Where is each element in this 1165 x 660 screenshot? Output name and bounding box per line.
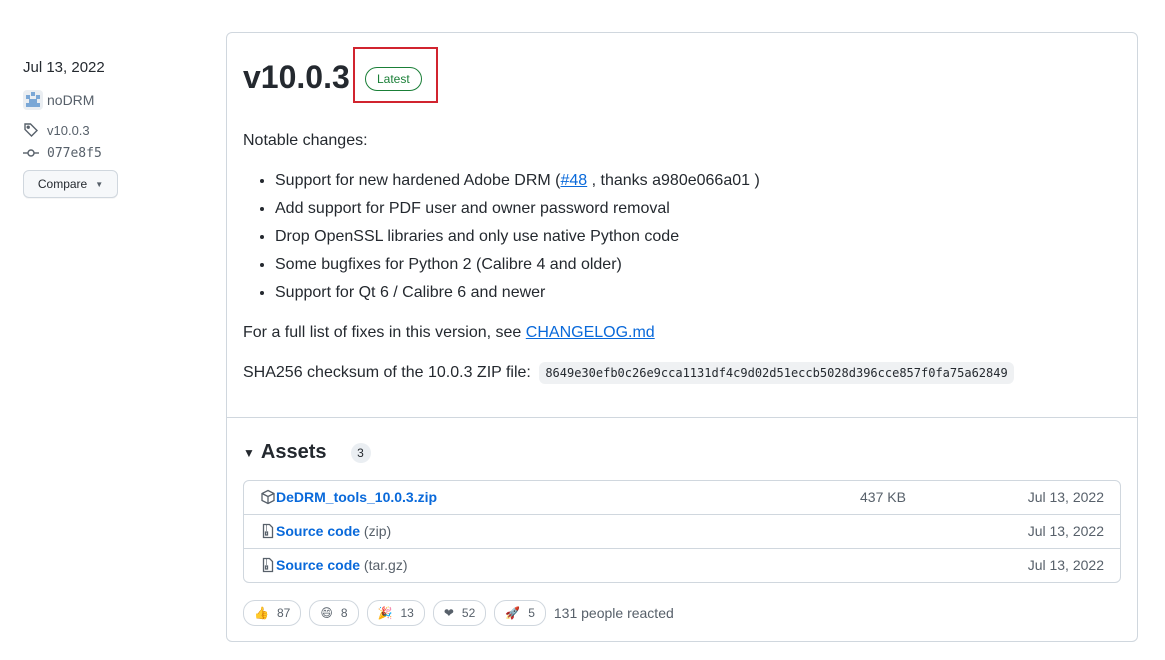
release-title[interactable]: v10.0.3 (243, 57, 350, 97)
assets-toggle[interactable]: ▼ Assets 3 (243, 441, 371, 464)
tag-icon (23, 122, 39, 138)
file-zip-icon (260, 557, 276, 573)
file-zip-icon (260, 523, 276, 539)
reaction-count: 13 (400, 606, 414, 620)
reaction-rocket-button[interactable]: 🚀 5 (494, 600, 546, 626)
issue-link[interactable]: #48 (561, 172, 588, 189)
asset-download-link[interactable]: DeDRM_tools_10.0.3.zip (276, 489, 437, 505)
sha-checksum: 8649e30efb0c26e9cca1131df4c9d02d51eccb50… (539, 362, 1014, 384)
sha-line: SHA256 checksum of the 10.0.3 ZIP file: … (243, 361, 1014, 385)
divider (227, 417, 1137, 418)
assets-title: Assets (260, 441, 327, 463)
reaction-thumbs-up-button[interactable]: 👍 87 (243, 600, 302, 626)
asset-date: Jul 13, 2022 (1027, 557, 1104, 573)
caret-down-icon: ▼ (95, 179, 104, 189)
reactions-summary: 131 people reacted (553, 605, 674, 621)
assets-count: 3 (350, 442, 371, 463)
notable-changes-heading: Notable changes: (243, 132, 368, 149)
author-link[interactable]: noDRM (23, 90, 94, 110)
compare-button[interactable]: Compare ▼ (23, 170, 118, 198)
commit-icon (23, 145, 39, 161)
heart-icon: ❤ (443, 606, 454, 620)
assets-list: DeDRM_tools_10.0.3.zip 437 KB Jul 13, 20… (243, 480, 1121, 583)
reaction-laugh-button[interactable]: 😄 8 (309, 600, 359, 626)
release-card: v10.0.3 Latest Notable changes: Support … (226, 32, 1138, 642)
tag-name: v10.0.3 (47, 122, 90, 138)
changes-list: Support for new hardened Adobe DRM (#48 … (243, 169, 760, 309)
list-item: Support for new hardened Adobe DRM (#48 … (275, 169, 760, 197)
asset-size: 437 KB (860, 489, 906, 505)
hooray-icon: 🎉 (377, 606, 393, 620)
asset-date: Jul 13, 2022 (1027, 523, 1104, 539)
compare-label: Compare (37, 177, 88, 191)
reactions-bar: 👍 87 😄 8 🎉 13 ❤ 52 🚀 5 131 people reacte… (243, 600, 674, 626)
release-date: Jul 13, 2022 (23, 59, 105, 76)
list-item: Support for Qt 6 / Calibre 6 and newer (275, 281, 760, 309)
list-item: Some bugfixes for Python 2 (Calibre 4 an… (275, 253, 760, 281)
reaction-count: 87 (276, 606, 291, 620)
source-targz-link[interactable]: Source code (tar.gz) (276, 557, 408, 573)
list-item: Drop OpenSSL libraries and only use nati… (275, 225, 760, 253)
reaction-heart-button[interactable]: ❤ 52 (432, 600, 487, 626)
sha-label: SHA256 checksum of the 10.0.3 ZIP file: (243, 364, 531, 381)
avatar (23, 90, 43, 110)
triangle-down-icon: ▼ (243, 445, 255, 460)
package-icon (260, 489, 276, 505)
thumbs-up-icon: 👍 (254, 606, 269, 620)
reaction-count: 5 (528, 606, 535, 620)
author-name: noDRM (47, 92, 95, 108)
reaction-count: 52 (461, 606, 476, 620)
reaction-hooray-button[interactable]: 🎉 13 (366, 600, 425, 626)
fixes-line: For a full list of fixes in this version… (243, 324, 655, 341)
tag-link[interactable]: v10.0.3 (23, 122, 90, 138)
asset-date: Jul 13, 2022 (1027, 489, 1104, 505)
asset-row: DeDRM_tools_10.0.3.zip 437 KB Jul 13, 20… (244, 481, 1120, 514)
commit-hash: 077e8f5 (47, 145, 102, 161)
asset-row: Source code (tar.gz) Jul 13, 2022 (244, 548, 1120, 582)
commit-link[interactable]: 077e8f5 (23, 145, 102, 161)
asset-row: Source code (zip) Jul 13, 2022 (244, 514, 1120, 548)
highlight-box (353, 47, 438, 103)
list-item: Add support for PDF user and owner passw… (275, 197, 760, 225)
reaction-count: 8 (340, 606, 348, 620)
laugh-icon: 😄 (320, 606, 333, 620)
rocket-icon: 🚀 (505, 606, 521, 620)
changelog-link[interactable]: CHANGELOG.md (526, 324, 655, 341)
source-zip-link[interactable]: Source code (zip) (276, 523, 391, 539)
